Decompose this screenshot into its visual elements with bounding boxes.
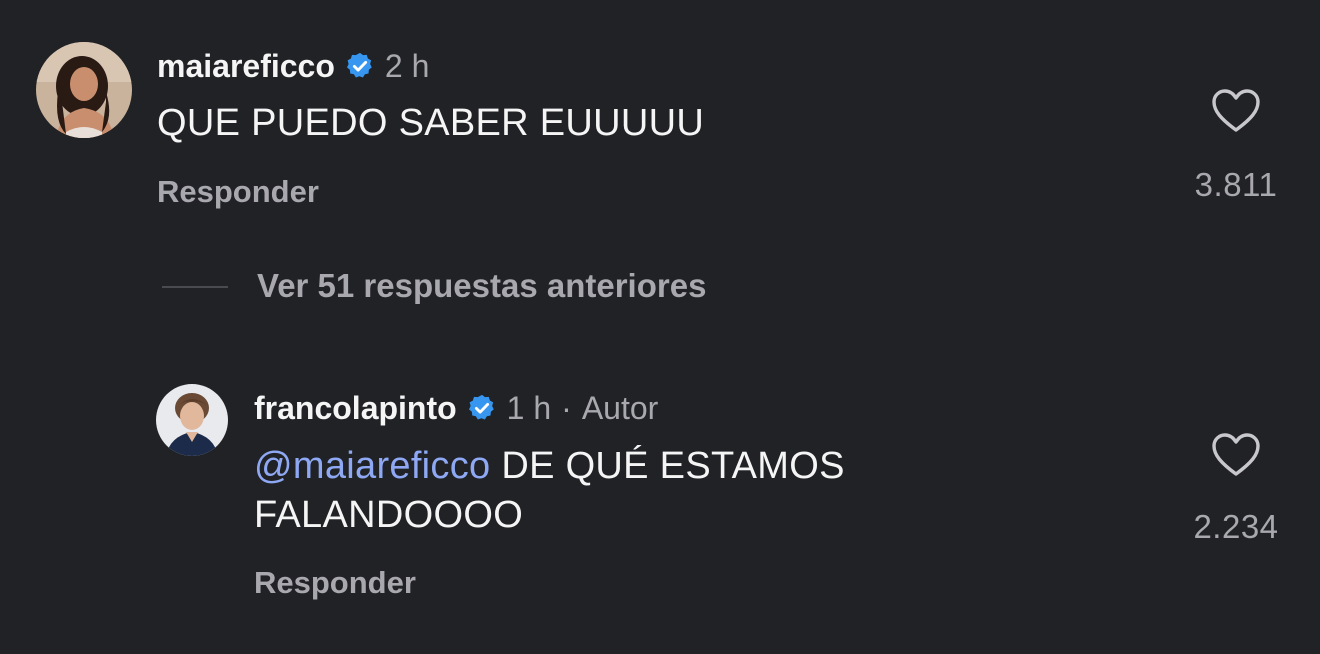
comment-text: QUE PUEDO SABER EUUUUU <box>157 102 705 144</box>
view-more-replies-button[interactable]: Ver 51 respuestas anteriores <box>257 267 706 305</box>
verified-badge-icon <box>345 51 375 81</box>
username[interactable]: francolapinto <box>254 390 457 427</box>
mention-link[interactable]: @maiareficco <box>254 445 490 487</box>
like-count: 2.234 <box>1193 508 1279 545</box>
comment-header: maiareficco 2 h <box>157 46 429 86</box>
meta-separator: · <box>561 389 572 426</box>
replies-divider <box>162 286 228 288</box>
like-heart-icon[interactable] <box>1211 88 1261 134</box>
reply-button[interactable]: Responder <box>157 174 319 210</box>
timestamp: 1 h <box>506 389 552 426</box>
timestamp: 2 h <box>384 47 430 84</box>
author-tag: Autor <box>581 389 659 426</box>
avatar-francolapinto[interactable] <box>156 384 228 456</box>
avatar-maiareficco[interactable] <box>36 42 132 138</box>
username[interactable]: maiareficco <box>157 48 335 85</box>
verified-badge-icon <box>467 393 497 423</box>
like-heart-icon[interactable] <box>1211 432 1261 478</box>
like-count: 3.811 <box>1194 166 1278 203</box>
comment-text-line2: FALANDOOOO <box>254 494 524 536</box>
comment-header: francolapinto 1 h · Autor <box>254 388 658 428</box>
avatar-image <box>36 42 132 138</box>
reply-button[interactable]: Responder <box>254 565 416 601</box>
comment-text: @maiareficco DE QUÉ ESTAMOS FALANDOOOO <box>254 442 1154 540</box>
avatar-image <box>156 384 228 456</box>
comment-text-line1: DE QUÉ ESTAMOS <box>490 445 845 487</box>
